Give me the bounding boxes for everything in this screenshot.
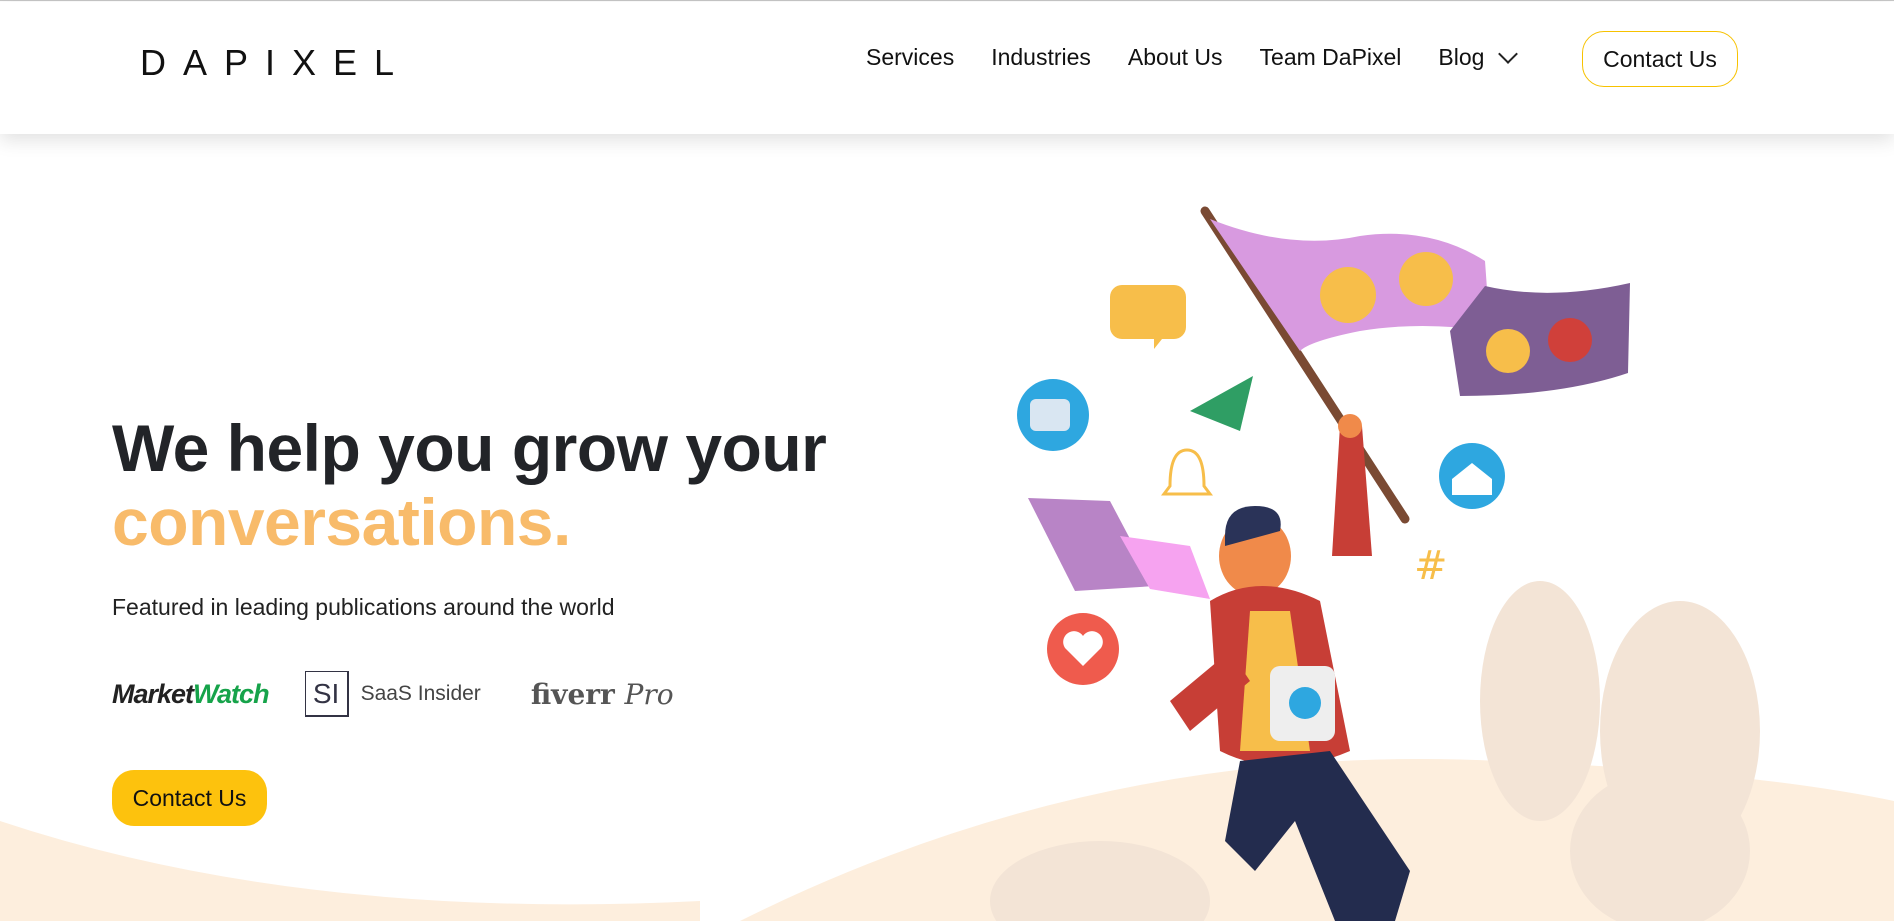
marketwatch-logo: MarketWatch (112, 678, 270, 710)
home-icon (1439, 443, 1505, 509)
saas-insider-text: SaaS Insider (360, 682, 481, 705)
purple-flag (1210, 219, 1630, 396)
contact-us-nav-button[interactable]: Contact Us (1582, 31, 1738, 87)
hashtag-icon: # (1414, 543, 1448, 589)
hero-title: We help you grow your conversations. (112, 411, 827, 559)
logo[interactable]: DAPIXEL (140, 42, 411, 84)
contact-us-hero-button[interactable]: Contact Us (112, 770, 267, 826)
featured-text: Featured in leading publications around … (112, 594, 615, 620)
fiverr-text: fiverr (530, 677, 615, 711)
hero-title-line1: We help you grow your (112, 411, 827, 485)
fiverr-pro-text: Pro (624, 677, 674, 711)
nav-about-us[interactable]: About Us (1128, 44, 1223, 71)
nav-team-dapixel[interactable]: Team DaPixel (1260, 44, 1402, 71)
saas-insider-logo: SI SaaS Insider (304, 671, 481, 717)
svg-text:#: # (1414, 543, 1448, 589)
site-header: DAPIXEL Services Industries About Us Tea… (0, 2, 1894, 134)
thumbs-up-icon (1017, 379, 1089, 451)
heart-icon (1047, 613, 1119, 685)
bell-icon (1161, 448, 1213, 496)
main-nav: Services Industries About Us Team DaPixe… (866, 43, 1555, 71)
fiverr-pro-logo: fiverr Pro (531, 678, 674, 711)
paper-plane-icon (1190, 376, 1253, 431)
hero-title-accent: conversations. (112, 485, 571, 559)
publication-logos: MarketWatch SI SaaS Insider fiverr Pro (112, 669, 674, 719)
nav-industries[interactable]: Industries (991, 44, 1091, 71)
nav-services[interactable]: Services (866, 44, 954, 71)
image-flag (1028, 498, 1210, 599)
chevron-down-icon[interactable] (1498, 43, 1519, 64)
marketwatch-text: Market (112, 678, 194, 709)
speech-bubble-icon (1110, 285, 1186, 349)
saas-insider-mark: SI (304, 671, 349, 717)
nav-blog[interactable]: Blog (1438, 44, 1484, 71)
marketwatch-accent: Watch (193, 678, 270, 709)
